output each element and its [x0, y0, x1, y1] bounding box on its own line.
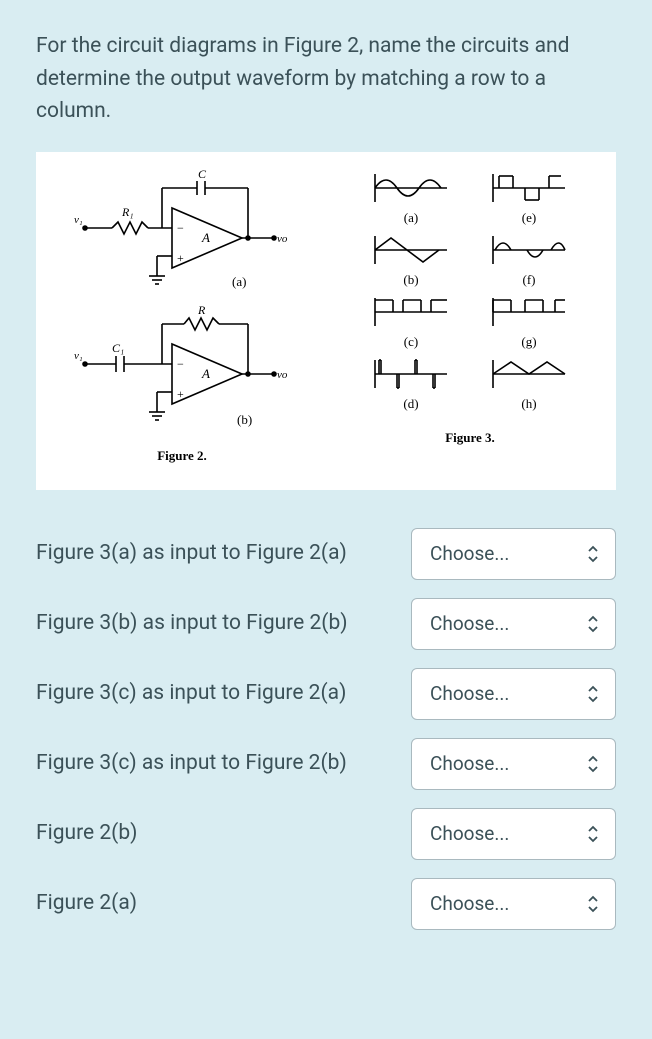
svg-text:R₁: R₁ [121, 205, 134, 219]
match-label: Figure 2(a) [36, 888, 391, 918]
svg-text:A: A [201, 230, 210, 245]
match-label: Figure 2(b) [36, 818, 391, 848]
circuit-diagram-a: A − + [72, 168, 292, 298]
question-text: For the circuit diagrams in Figure 2, na… [36, 30, 616, 128]
svg-text:−: − [177, 357, 184, 371]
svg-text:−: − [177, 221, 184, 235]
select-value[interactable]: Choose... [411, 668, 616, 720]
match-label: Figure 3(c) as input to Figure 2(a) [36, 678, 391, 708]
match-label: Figure 3(c) as input to Figure 2(b) [36, 748, 391, 778]
answer-select[interactable]: Choose... [411, 878, 616, 930]
waveform-h: (h) [487, 354, 571, 412]
waveform-grid: (a) (e) (b) [369, 168, 571, 412]
question-container: For the circuit diagrams in Figure 2, na… [18, 18, 634, 942]
match-row: Figure 2(b) Choose... [36, 808, 616, 860]
match-row: Figure 3(c) as input to Figure 2(b) Choo… [36, 738, 616, 790]
match-row: Figure 3(a) as input to Figure 2(a) Choo… [36, 528, 616, 580]
waveform-c: (c) [369, 292, 453, 350]
select-value[interactable]: Choose... [411, 738, 616, 790]
match-label: Figure 3(b) as input to Figure 2(b) [36, 608, 391, 638]
svg-text:v₁: v₁ [74, 214, 83, 226]
select-value[interactable]: Choose... [411, 598, 616, 650]
svg-text:R: R [197, 304, 206, 317]
figure-area: A − + [36, 152, 616, 490]
match-rows: Figure 3(a) as input to Figure 2(a) Choo… [36, 528, 616, 930]
waveform-e: (e) [487, 168, 571, 226]
svg-text:C₁: C₁ [112, 341, 124, 355]
figure-2-caption: Figure 2. [157, 448, 207, 464]
circuit-diagram-b: A − + [72, 304, 292, 434]
match-row: Figure 2(a) Choose... [36, 878, 616, 930]
svg-text:(b): (b) [237, 412, 252, 427]
svg-text:A: A [201, 366, 210, 381]
match-row: Figure 3(c) as input to Figure 2(a) Choo… [36, 668, 616, 720]
waveform-b: (b) [369, 230, 453, 288]
figure-3-caption: Figure 3. [445, 430, 495, 446]
answer-select[interactable]: Choose... [411, 808, 616, 860]
waveform-g: (g) [487, 292, 571, 350]
answer-select[interactable]: Choose... [411, 528, 616, 580]
waveform-d: (d) [369, 354, 453, 412]
figure-2-column: A − + [58, 168, 306, 464]
svg-text:+: + [177, 387, 184, 401]
svg-text:+: + [177, 251, 184, 265]
svg-text:vo: vo [277, 233, 288, 245]
waveform-f: (f) [487, 230, 571, 288]
svg-text:(a): (a) [232, 274, 246, 289]
select-value[interactable]: Choose... [411, 808, 616, 860]
answer-select[interactable]: Choose... [411, 738, 616, 790]
waveform-a: (a) [369, 168, 453, 226]
svg-text:vo: vo [277, 369, 288, 381]
match-row: Figure 3(b) as input to Figure 2(b) Choo… [36, 598, 616, 650]
answer-select[interactable]: Choose... [411, 668, 616, 720]
match-label: Figure 3(a) as input to Figure 2(a) [36, 538, 391, 568]
svg-text:C: C [198, 168, 207, 181]
svg-text:v₁: v₁ [74, 350, 83, 362]
answer-select[interactable]: Choose... [411, 598, 616, 650]
figure-3-column: (a) (e) (b) [346, 168, 594, 464]
select-value[interactable]: Choose... [411, 878, 616, 930]
select-value[interactable]: Choose... [411, 528, 616, 580]
